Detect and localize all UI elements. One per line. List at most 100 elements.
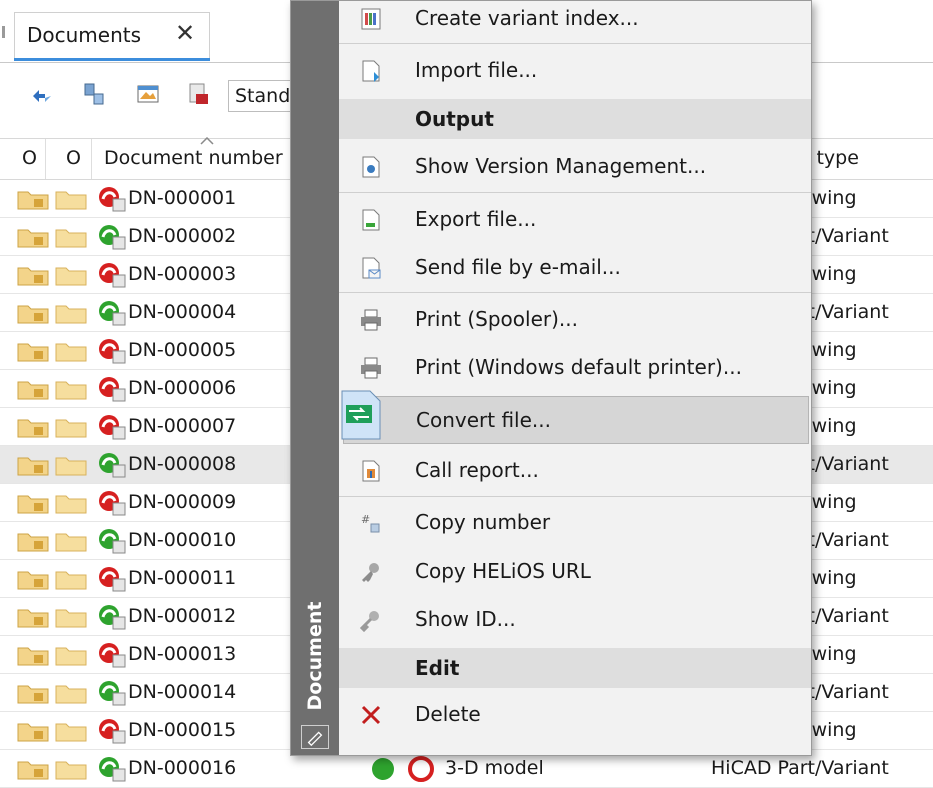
folder-icon — [55, 761, 87, 780]
pencil-icon[interactable] — [301, 725, 329, 749]
context-menu: Document Create variant index... Import … — [290, 0, 812, 756]
document-number: DN-000012 — [128, 605, 237, 627]
menu-item-label: Copy HELiOS URL — [415, 559, 591, 583]
menu-item-label: Call report... — [415, 458, 539, 482]
menu-item-label: Export file... — [415, 207, 537, 231]
menu-item-label: Copy number — [415, 510, 551, 534]
copy-number-icon: # — [361, 513, 380, 533]
menu-item-import-file[interactable]: Import file... — [339, 47, 811, 95]
version-management-icon — [362, 156, 380, 178]
menu-item-copy-number[interactable]: # Copy number — [339, 499, 811, 547]
menu-item-send-email[interactable]: Send file by e-mail... — [339, 244, 811, 292]
printer-icon — [361, 309, 381, 331]
locked-folder-icon — [17, 381, 49, 400]
document-status-icon — [99, 605, 126, 630]
menu-section-edit: Edit — [339, 648, 811, 688]
svg-text:#: # — [361, 513, 370, 526]
document-status-icon — [99, 491, 126, 516]
locked-folder-icon — [17, 457, 49, 476]
document-status-icon — [99, 377, 126, 402]
pdf-document-icon[interactable] — [186, 82, 210, 106]
document-number: DN-000014 — [128, 681, 237, 703]
document-status-icon — [99, 263, 126, 288]
document-number: DN-000006 — [128, 377, 237, 399]
document-number: DN-000003 — [128, 263, 237, 285]
menu-separator — [339, 192, 811, 193]
menu-item-delete[interactable]: Delete — [339, 691, 811, 739]
locked-folder-icon — [17, 229, 49, 248]
folder-icon — [55, 685, 87, 704]
document-status-icon — [99, 529, 126, 554]
document-number: DN-000002 — [128, 225, 237, 247]
variant-index-icon — [361, 8, 381, 30]
menu-item-show-id[interactable]: Show ID... — [339, 596, 811, 644]
document-status-icon — [99, 567, 126, 592]
menu-strip-title: Document — [297, 591, 333, 721]
convert-file-icon — [341, 390, 381, 440]
menu-item-print-windows[interactable]: Print (Windows default printer)... — [339, 344, 811, 392]
menu-item-create-variant-index[interactable]: Create variant index... — [339, 0, 811, 43]
locked-folder-icon — [17, 533, 49, 552]
menu-separator — [339, 292, 811, 293]
folder-icon — [55, 571, 87, 590]
folder-icon — [55, 267, 87, 286]
folder-icon — [55, 381, 87, 400]
folder-icon — [55, 609, 87, 628]
document-number: DN-000008 — [128, 453, 237, 475]
document-status-icon — [99, 415, 126, 440]
menu-item-label: Show ID... — [415, 607, 516, 631]
menu-item-call-report[interactable]: Call report... — [339, 447, 811, 495]
menu-separator — [339, 43, 811, 44]
image-view-icon[interactable] — [136, 82, 160, 106]
tab-splitter[interactable] — [2, 26, 5, 38]
document-number: DN-000004 — [128, 301, 237, 323]
column-header-o2[interactable]: O — [46, 139, 92, 179]
model-icon — [408, 756, 434, 782]
menu-strip-label: Document — [304, 601, 326, 711]
menu-item-label: Show Version Management... — [415, 154, 707, 178]
folder-icon — [55, 533, 87, 552]
document-status-icon — [99, 301, 126, 326]
document-status-icon — [99, 757, 126, 782]
menu-item-label: Import file... — [415, 58, 538, 82]
locked-folder-icon — [17, 723, 49, 742]
locked-folder-icon — [17, 343, 49, 362]
column-header-document-number[interactable]: Document number — [92, 139, 292, 179]
locked-folder-icon — [17, 761, 49, 780]
menu-item-label: Create variant index... — [415, 6, 639, 30]
tab-documents[interactable]: Documents ✕ — [14, 12, 210, 60]
locked-folder-icon — [17, 495, 49, 514]
menu-item-export-file[interactable]: Export file... — [339, 196, 811, 244]
document-status-icon — [99, 681, 126, 706]
close-icon[interactable]: ✕ — [175, 19, 195, 47]
document-status-icon — [99, 643, 126, 668]
menu-item-print-spooler[interactable]: Print (Spooler)... — [339, 296, 811, 344]
menu-side-strip: Document — [291, 1, 339, 755]
menu-item-show-version-management[interactable]: Show Version Management... — [339, 143, 811, 191]
menu-separator — [339, 496, 811, 497]
menu-item-copy-helios-url[interactable]: Copy HELiOS URL — [339, 548, 811, 596]
folder-icon — [55, 229, 87, 248]
section-title: Edit — [415, 656, 460, 680]
folder-icon — [55, 191, 87, 210]
delete-x-icon — [361, 705, 381, 725]
document-status-icon — [99, 225, 126, 250]
folder-icon — [55, 495, 87, 514]
refresh-icon[interactable] — [30, 84, 54, 108]
key-icon — [359, 611, 379, 632]
folder-icon — [55, 343, 87, 362]
locked-folder-icon — [17, 609, 49, 628]
menu-item-label: Print (Spooler)... — [415, 307, 578, 331]
menu-item-convert-file[interactable]: Convert file... — [341, 390, 809, 444]
locked-folder-icon — [17, 647, 49, 666]
active-tab-indicator — [14, 58, 210, 61]
folder-icon — [55, 305, 87, 324]
locked-folder-icon — [17, 191, 49, 210]
document-tree-icon[interactable] — [82, 82, 106, 106]
import-file-icon — [362, 60, 380, 82]
column-header-o1[interactable]: O — [0, 139, 46, 179]
document-number: DN-000013 — [128, 643, 237, 665]
status-dot — [372, 758, 394, 780]
folder-icon — [55, 723, 87, 742]
printer-icon — [361, 357, 381, 379]
